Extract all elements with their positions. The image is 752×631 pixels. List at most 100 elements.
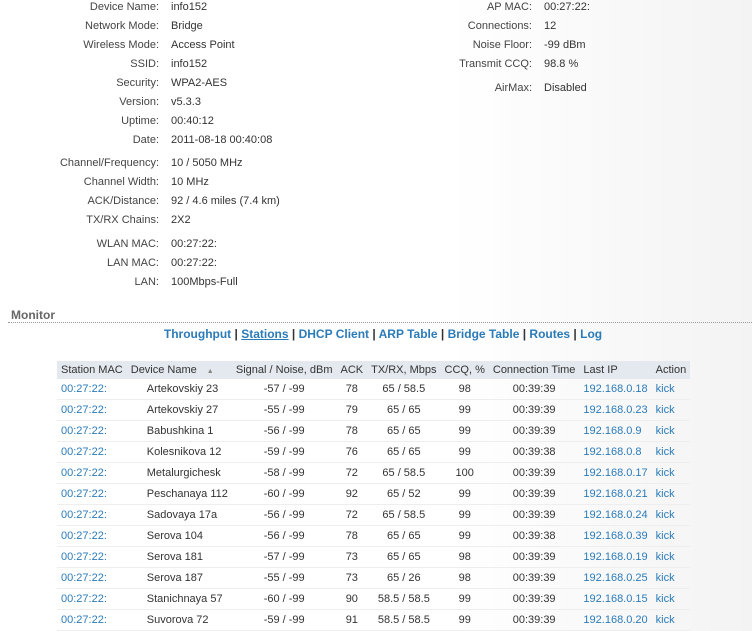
cell: kick	[651, 609, 691, 631]
info-row: Channel/Frequency: 10 / 5050 MHz	[0, 156, 243, 170]
column-header[interactable]: Connection Time	[488, 361, 580, 379]
cell-value: -58 / -99	[263, 467, 305, 479]
table-row: 00:27:22: Sadovaya 17a -56 / -99 72 65 / 58.…	[57, 504, 691, 526]
separator: |	[570, 327, 581, 341]
tab-throughput[interactable]: Throughput	[164, 327, 231, 341]
cell-value: 00:39:38	[512, 530, 556, 542]
cell-value: -59 / -99	[263, 614, 305, 626]
kick-button[interactable]: kick	[656, 467, 675, 479]
cell-value: 100	[455, 467, 474, 479]
info-label: Version:	[119, 96, 159, 108]
tab-log[interactable]: Log	[580, 327, 602, 341]
last-ip-link[interactable]: 192.168.0.18	[583, 383, 647, 395]
tab-arp-table[interactable]: ARP Table	[379, 327, 438, 341]
cell: Peschanaya 112	[126, 483, 232, 505]
last-ip-link[interactable]: 192.168.0.17	[583, 467, 647, 479]
cell-value: 78	[345, 383, 358, 395]
column-header[interactable]: Device Name ▲	[126, 361, 232, 379]
kick-button[interactable]: kick	[656, 614, 675, 626]
tab-stations[interactable]: Stations	[241, 327, 288, 341]
tab-routes[interactable]: Routes	[529, 327, 570, 341]
cell: kick	[651, 567, 691, 589]
cell-value: Stanichnaya 57	[146, 593, 223, 605]
table-row: 00:27:22: Stanichnaya 57 -60 / -99 90 58.5 /…	[57, 588, 691, 610]
column-header[interactable]: CCQ, %	[440, 361, 489, 379]
station-mac-link[interactable]: 00:27:22:	[61, 404, 107, 416]
cell-value: Artekovskiy 27	[146, 404, 219, 416]
cell-value: 00:39:39	[512, 383, 556, 395]
info-row: AirMax: Disabled	[0, 81, 587, 95]
column-header-label: Connection Time	[492, 364, 576, 376]
kick-button[interactable]: kick	[656, 572, 675, 584]
column-header[interactable]: Action	[651, 361, 691, 379]
cell: 65 / 58.5	[367, 462, 441, 484]
last-ip-link[interactable]: 192.168.0.39	[583, 530, 647, 542]
cell: 00:27:22:	[57, 504, 127, 526]
cell-value: 72	[345, 509, 358, 521]
cell: kick	[651, 525, 691, 547]
info-row: AP MAC: 00:27:22:	[0, 0, 590, 14]
info-row: Uptime: 00:40:12	[0, 114, 214, 128]
kick-button[interactable]: kick	[656, 593, 675, 605]
cell-value: 99	[458, 404, 471, 416]
station-mac-link[interactable]: 00:27:22:	[61, 488, 107, 500]
station-mac-link[interactable]: 00:27:22:	[61, 509, 107, 521]
column-header[interactable]: Signal / Noise, dBm	[231, 361, 337, 379]
cell-value: 99	[458, 593, 471, 605]
last-ip-link[interactable]: 192.168.0.20	[583, 614, 647, 626]
kick-button[interactable]: kick	[656, 425, 675, 437]
info-label: Connections:	[467, 20, 532, 32]
info-label: Channel/Frequency:	[59, 157, 159, 169]
column-header[interactable]: ACK	[336, 361, 368, 379]
last-ip-link[interactable]: 192.168.0.15	[583, 593, 647, 605]
last-ip-link[interactable]: 192.168.0.19	[583, 551, 647, 563]
kick-button[interactable]: kick	[656, 383, 675, 395]
station-mac-link[interactable]: 00:27:22:	[61, 383, 107, 395]
cell-value: Artekovskiy 23	[146, 383, 219, 395]
kick-button[interactable]: kick	[656, 530, 675, 542]
kick-button[interactable]: kick	[656, 404, 675, 416]
info-value: 10 / 5050 MHz	[171, 157, 243, 169]
separator: |	[288, 327, 299, 341]
station-mac-link[interactable]: 00:27:22:	[61, 593, 107, 605]
cell: 00:27:22:	[57, 567, 127, 589]
kick-button[interactable]: kick	[656, 446, 675, 458]
cell-value: 99	[458, 509, 471, 521]
cell: 99	[440, 525, 489, 547]
table-row: 00:27:22: Peschanaya 112 -60 / -99 92 65 / 5…	[57, 483, 691, 505]
station-mac-link[interactable]: 00:27:22:	[61, 530, 107, 542]
last-ip-link[interactable]: 192.168.0.8	[583, 446, 641, 458]
info-row: LAN MAC: 00:27:22:	[0, 256, 217, 270]
station-mac-link[interactable]: 00:27:22:	[61, 467, 107, 479]
cell-value: 65 / 58.5	[382, 467, 426, 479]
column-header[interactable]: Last IP	[579, 361, 652, 379]
tab-bridge-table[interactable]: Bridge Table	[448, 327, 520, 341]
cell-value: 00:39:39	[512, 425, 556, 437]
cell: 192.168.0.24	[579, 504, 652, 526]
column-header-label: Action	[655, 364, 687, 376]
last-ip-link[interactable]: 192.168.0.9	[583, 425, 641, 437]
station-mac-link[interactable]: 00:27:22:	[61, 572, 107, 584]
station-mac-link[interactable]: 00:27:22:	[61, 446, 107, 458]
cell: 00:39:39	[488, 379, 580, 400]
kick-button[interactable]: kick	[656, 551, 675, 563]
tab-dhcp-client[interactable]: DHCP Client	[299, 327, 369, 341]
cell: 76	[336, 441, 368, 463]
station-mac-link[interactable]: 00:27:22:	[61, 425, 107, 437]
last-ip-link[interactable]: 192.168.0.25	[583, 572, 647, 584]
column-header[interactable]: Station MAC	[57, 361, 127, 379]
kick-button[interactable]: kick	[656, 509, 675, 521]
cell: Stanichnaya 57	[126, 588, 232, 610]
cell: 00:27:22:	[57, 441, 127, 463]
last-ip-link[interactable]: 192.168.0.24	[583, 509, 647, 521]
last-ip-link[interactable]: 192.168.0.21	[583, 488, 647, 500]
table-row: 00:27:22: Artekovskiy 27 -55 / -99 79 65 / 6…	[57, 399, 691, 421]
station-mac-link[interactable]: 00:27:22:	[61, 551, 107, 563]
cell: 00:27:22:	[57, 399, 127, 421]
column-header[interactable]: TX/RX, Mbps	[367, 361, 441, 379]
cell: 98	[440, 379, 489, 400]
table-row: 00:27:22: Babushkina 1 -56 / -99 78 65 / 65 9…	[57, 420, 691, 442]
last-ip-link[interactable]: 192.168.0.23	[583, 404, 647, 416]
station-mac-link[interactable]: 00:27:22:	[61, 614, 107, 626]
kick-button[interactable]: kick	[656, 488, 675, 500]
